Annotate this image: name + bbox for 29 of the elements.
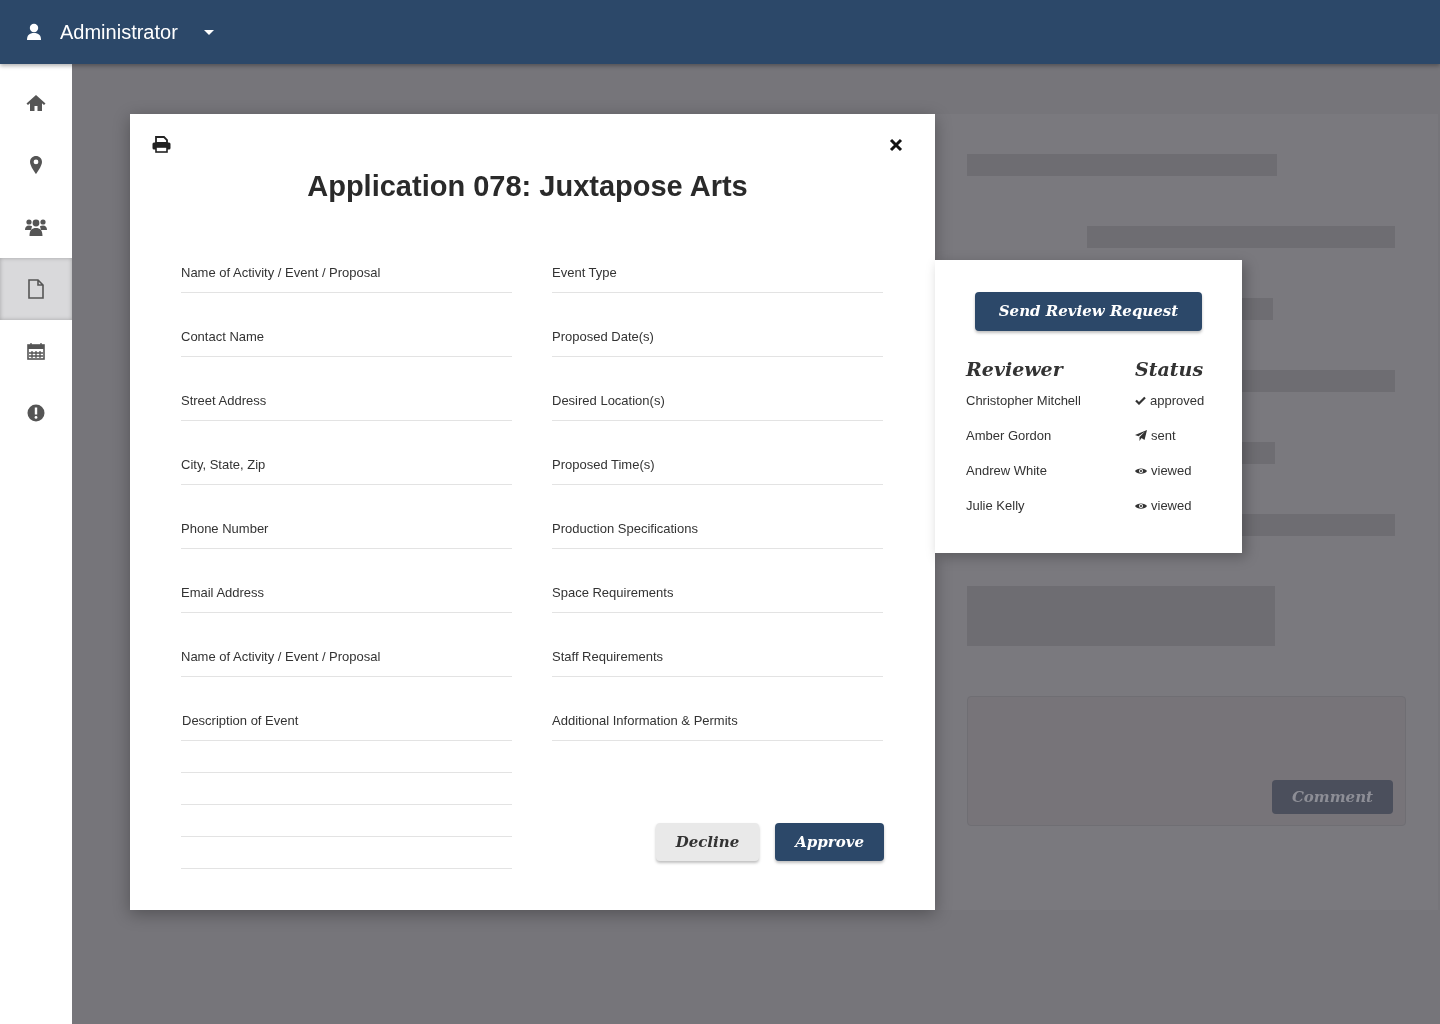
home-icon xyxy=(26,94,46,112)
file-icon xyxy=(28,279,44,299)
reviewer-name: Julie Kelly xyxy=(966,496,1026,515)
sidebar-item[interactable] xyxy=(0,258,72,320)
eye-icon xyxy=(1135,466,1147,475)
column-header: Reviewer xyxy=(966,356,1065,382)
column-header: Status xyxy=(1135,356,1205,382)
status-text: viewed xyxy=(1151,461,1192,480)
send-review-button[interactable]: Send Review Request xyxy=(974,292,1203,331)
users-icon xyxy=(25,218,47,236)
reviewer-name: Andrew White xyxy=(966,461,1048,480)
status-text: approved xyxy=(1150,391,1205,410)
alert-icon xyxy=(27,404,45,422)
status-text: sent xyxy=(1151,426,1176,445)
check-icon xyxy=(1135,396,1146,405)
reviewer-name: Amber Gordon xyxy=(966,426,1053,445)
close-icon[interactable] xyxy=(889,137,903,152)
calendar-icon xyxy=(27,342,45,360)
dialog-title: Application 078: Juxtapose Arts xyxy=(306,169,749,204)
user-name: Administrator xyxy=(60,20,178,45)
approve-button[interactable]: Approve xyxy=(775,822,884,861)
user-icon xyxy=(26,23,42,41)
paper-plane-icon xyxy=(1135,430,1147,441)
reviewer-name: Christopher Mitchell xyxy=(966,391,1082,410)
print-icon[interactable] xyxy=(152,136,171,153)
eye-icon xyxy=(1135,501,1147,510)
status-text: viewed xyxy=(1151,496,1192,515)
decline-button[interactable]: Decline xyxy=(655,822,760,861)
map-pin-icon xyxy=(30,156,42,174)
